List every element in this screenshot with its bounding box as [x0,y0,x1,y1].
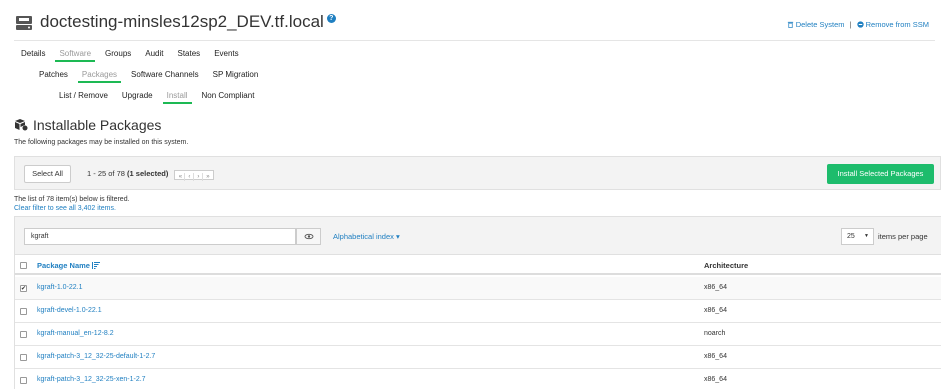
page-title: doctesting-minsles12sp2_DEV.tf.local? [40,12,336,32]
pager-first-button[interactable]: « [176,173,186,181]
table-row[interactable]: kgraft-patch-3_12_32-25-default-1-2.7 x8… [15,346,941,369]
remove-from-ssm-label: Remove from SSM [865,20,929,29]
pager-range: 1 - 25 of 78 [87,169,125,178]
package-architecture: x86_64 [704,376,727,383]
pager-last-button[interactable]: » [203,173,212,181]
section-description: The following packages may be installed … [14,139,189,146]
filter-bar: kgraft Alphabetical index ▾ 25 ▼ items p… [15,217,941,255]
delete-system-label: Delete System [795,20,845,29]
package-name-link[interactable]: kgraft-manual_en-12-8.2 [37,330,114,337]
tab-details[interactable]: Details [14,49,52,62]
tab-software-channels[interactable]: Software Channels [124,70,206,83]
tab-groups[interactable]: Groups [98,49,138,62]
eye-icon [304,233,313,240]
package-name-link[interactable]: kgraft-devel-1.0-22.1 [37,307,102,314]
packages-table: kgraft Alphabetical index ▾ 25 ▼ items p… [14,216,941,389]
tab-events[interactable]: Events [207,49,245,62]
main-tabs: Details Software Groups Audit States Events [14,49,246,62]
tab-states[interactable]: States [171,49,208,62]
items-per-page-value: 25 [847,233,855,240]
tab-software[interactable]: Software [52,49,98,62]
package-architecture: x86_64 [704,284,727,291]
clear-filter-link[interactable]: Clear filter to see all 3,402 items. [14,205,116,212]
table-row[interactable]: ✔ kgraft-1.0-22.1 x86_64 [15,277,941,300]
selection-toolbar: Select All 1 - 25 of 78 (1 selected) «‹ ›… [14,156,941,190]
server-icon [16,16,32,30]
row-checkbox[interactable] [20,377,27,384]
items-per-page-select[interactable]: 25 ▼ [841,228,874,245]
package-architecture: x86_64 [704,307,727,314]
row-checkbox[interactable] [20,308,27,315]
package-architecture: x86_64 [704,353,727,360]
tab-list-remove[interactable]: List / Remove [52,91,115,104]
column-header-package-name-label: Package Name [37,261,90,270]
pager-buttons: «‹ ›» [174,170,215,181]
pager-selected-count: (1 selected) [127,169,169,178]
section-title-text: Installable Packages [33,117,162,133]
select-all-checkbox[interactable] [20,262,27,269]
install-selected-button[interactable]: Install Selected Packages [827,164,934,184]
table-row[interactable]: kgraft-patch-3_12_32-25-xen-1-2.7 x86_64 [15,369,941,389]
page-title-text: doctesting-minsles12sp2_DEV.tf.local [40,12,324,31]
filter-note: The list of 78 item(s) below is filtered… [14,196,130,203]
minus-circle-icon [856,21,864,28]
row-checkbox[interactable]: ✔ [20,285,27,292]
filter-input[interactable]: kgraft [24,228,296,245]
tab-install[interactable]: Install [160,91,195,104]
row-checkbox[interactable] [20,331,27,338]
tab-patches[interactable]: Patches [32,70,75,83]
select-all-button[interactable]: Select All [24,165,71,183]
tab-upgrade[interactable]: Upgrade [115,91,160,104]
action-separator: | [849,20,852,29]
tab-packages[interactable]: Packages [75,70,124,83]
header-actions: Delete System | Remove from SSM [787,20,929,29]
pager-next-button[interactable]: › [194,173,204,181]
system-header: doctesting-minsles12sp2_DEV.tf.local? De… [14,12,935,40]
chevron-down-icon: ▼ [864,233,869,239]
remove-from-ssm-link[interactable]: Remove from SSM [856,20,929,29]
tab-sp-migration[interactable]: SP Migration [206,70,266,83]
trash-icon [787,21,793,28]
table-row[interactable]: kgraft-devel-1.0-22.1 x86_64 [15,300,941,323]
package-name-link[interactable]: kgraft-1.0-22.1 [37,284,83,291]
tab-audit[interactable]: Audit [138,49,170,62]
section-title: Installable Packages [14,117,161,133]
header-divider [14,40,935,41]
delete-system-link[interactable]: Delete System [787,20,847,29]
pager: 1 - 25 of 78 (1 selected) «‹ ›» [87,169,215,181]
tab-non-compliant[interactable]: Non Compliant [195,91,262,104]
items-per-page-label: items per page [878,232,928,241]
sub-tabs: Patches Packages Software Channels SP Migra… [32,70,265,83]
sort-alpha-icon [91,262,100,269]
packages-icon [15,119,28,131]
package-tabs: List / Remove Upgrade Install Non Compliant [52,91,261,104]
filter-toggle-button[interactable] [296,228,321,245]
column-header-architecture: Architecture [704,261,749,270]
table-row[interactable]: kgraft-manual_en-12-8.2 noarch [15,323,941,346]
table-header: Package Name Architecture [15,255,941,275]
alphabetical-index-dropdown[interactable]: Alphabetical index ▾ [333,232,400,241]
row-checkbox[interactable] [20,354,27,361]
package-name-link[interactable]: kgraft-patch-3_12_32-25-default-1-2.7 [37,353,155,360]
pager-prev-button[interactable]: ‹ [185,173,195,181]
package-architecture: noarch [704,330,726,337]
package-name-link[interactable]: kgraft-patch-3_12_32-25-xen-1-2.7 [37,376,146,383]
help-icon[interactable]: ? [326,14,336,23]
column-header-package-name[interactable]: Package Name [37,261,100,270]
